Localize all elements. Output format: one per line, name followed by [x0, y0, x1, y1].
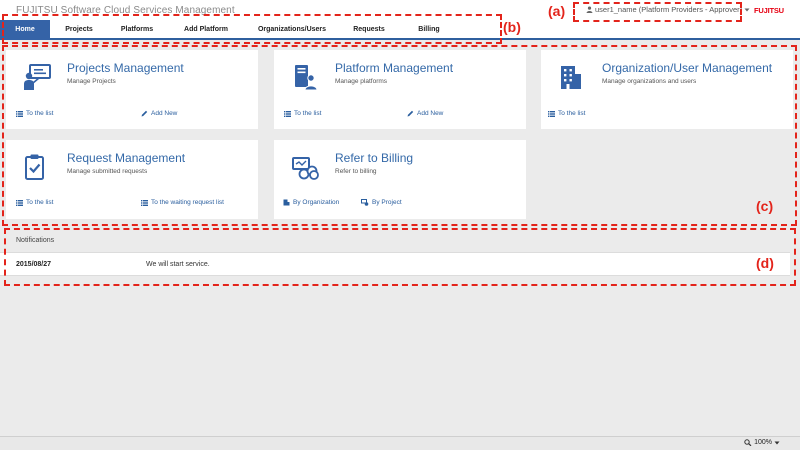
fujitsu-logo: FUJITSU: [754, 6, 784, 15]
zoom-icon: [744, 439, 752, 446]
caret-down-icon: [744, 8, 750, 12]
annotation-box-c: [2, 45, 797, 226]
status-bar: 100%: [0, 436, 800, 450]
annotation-box-a: [573, 2, 742, 22]
annotation-label-b: (b): [503, 19, 521, 35]
annotation-label-d: (d): [756, 255, 774, 271]
annotation-box-d: [4, 228, 796, 286]
annotation-label-c: (c): [756, 198, 774, 214]
annotation-label-a: (a): [548, 3, 566, 19]
zoom-control[interactable]: 100%: [744, 439, 780, 446]
zoom-level: 100%: [754, 439, 772, 446]
annotation-box-b: [2, 14, 502, 44]
caret-down-icon: [774, 441, 780, 445]
